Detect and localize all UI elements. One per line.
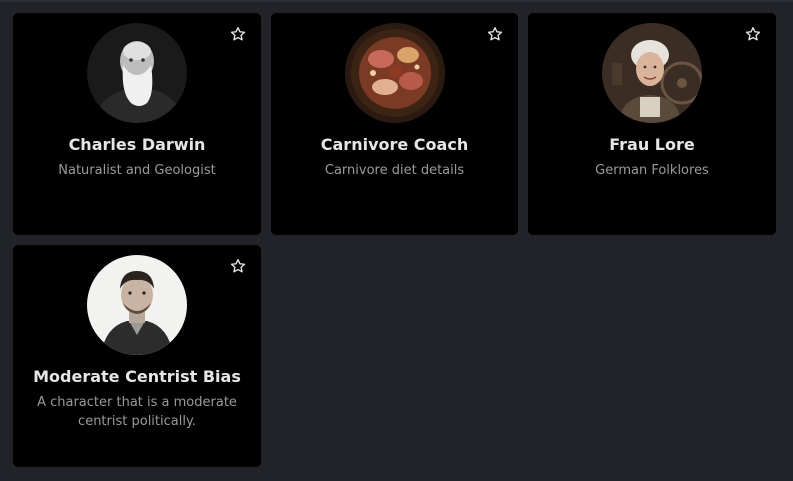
star-outline-icon[interactable]: [487, 26, 503, 42]
character-card-frau-lore[interactable]: Frau Lore German Folklores: [528, 13, 776, 235]
avatar: [344, 23, 445, 123]
character-card-moderate-centrist-bias[interactable]: Moderate Centrist Bias A character that …: [13, 245, 261, 467]
character-grid: Charles Darwin Naturalist and Geologist …: [13, 13, 776, 467]
character-name: Frau Lore: [609, 135, 695, 154]
character-description: Carnivore diet details: [324, 163, 465, 178]
star-outline-icon[interactable]: [230, 26, 246, 42]
character-description: German Folklores: [595, 163, 709, 178]
star-outline-icon[interactable]: [745, 26, 761, 42]
character-description: A character that is a moderate centrist …: [37, 395, 237, 429]
character-card-carnivore-coach[interactable]: Carnivore Coach Carnivore diet details: [271, 13, 518, 235]
character-description: Naturalist and Geologist: [58, 163, 216, 178]
top-divider: [0, 0, 793, 2]
character-name: Moderate Centrist Bias: [33, 367, 241, 386]
star-outline-icon[interactable]: [230, 258, 246, 274]
avatar: [87, 23, 187, 123]
character-name: Charles Darwin: [68, 135, 206, 154]
character-card-charles-darwin[interactable]: Charles Darwin Naturalist and Geologist: [13, 13, 261, 235]
avatar: [87, 255, 187, 355]
avatar: [602, 23, 702, 123]
character-name: Carnivore Coach: [320, 135, 469, 154]
